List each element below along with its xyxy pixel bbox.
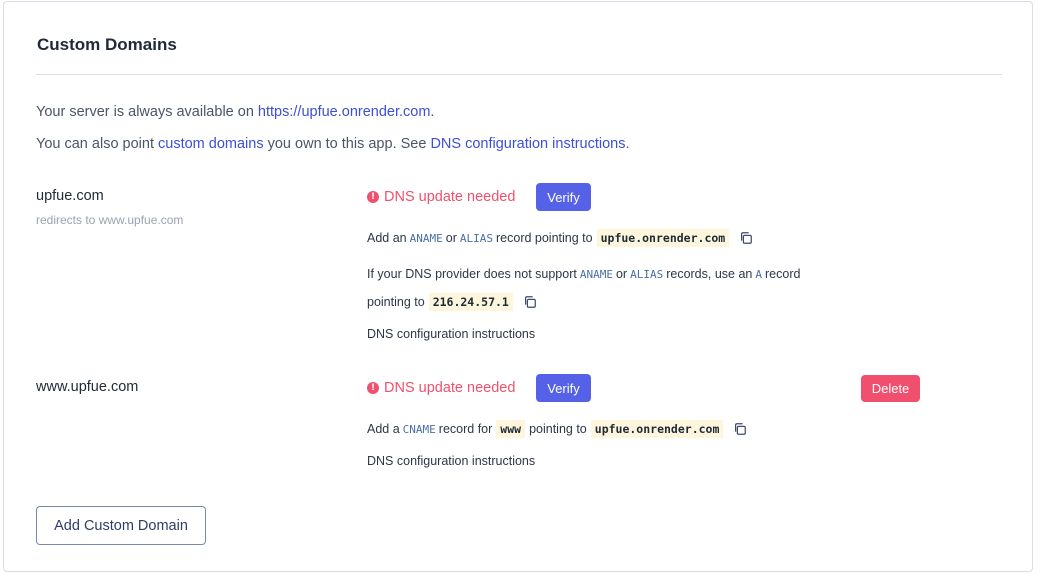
intro-line2-prefix: You can also point: [36, 136, 159, 152]
dns-record-instruction: Add an ANAME or ALIAS record pointing to…: [367, 229, 753, 247]
domain-name: upfue.com: [36, 188, 104, 204]
record-type: A: [755, 267, 762, 281]
divider: [36, 74, 1002, 75]
record-type: ALIAS: [459, 231, 493, 245]
record-type: CNAME: [402, 422, 436, 436]
dns-fallback-instruction: If your DNS provider does not support AN…: [367, 267, 800, 281]
instr-text: or: [445, 231, 457, 245]
server-availability-text: Your server is always available on https…: [36, 104, 434, 120]
redirect-note: redirects to www.upfue.com: [36, 213, 184, 227]
intro-line1-suffix: .: [430, 104, 435, 120]
instr-text: record: [765, 267, 801, 281]
intro-line2-middle: you own to this app. See: [263, 136, 431, 152]
server-url-link[interactable]: https://upfue.onrender.com: [258, 104, 431, 120]
warning-icon: !: [367, 191, 379, 203]
custom-domain-info-text: You can also point custom domains you ow…: [36, 136, 630, 152]
record-type: ANAME: [579, 267, 613, 281]
add-custom-domain-button[interactable]: Add Custom Domain: [36, 506, 206, 545]
copy-icon[interactable]: [733, 422, 747, 436]
instr-text: records, use an: [666, 267, 753, 281]
custom-domains-link[interactable]: custom domains: [158, 136, 264, 152]
target-host-code: upfue.onrender.com: [590, 420, 724, 438]
custom-domains-card: Custom Domains Your server is always ava…: [3, 1, 1033, 572]
instr-text: pointing to: [367, 295, 425, 309]
instr-text: record for: [438, 422, 493, 436]
instr-text: pointing to: [529, 422, 587, 436]
section-title: Custom Domains: [37, 35, 177, 54]
copy-icon[interactable]: [739, 231, 753, 245]
dns-status-label: DNS update needed: [384, 380, 516, 396]
host-code: www: [496, 420, 526, 438]
instr-text: record pointing to: [496, 231, 593, 245]
dns-status-label: DNS update needed: [384, 189, 516, 205]
target-host-code: upfue.onrender.com: [596, 229, 730, 247]
record-type: ALIAS: [630, 267, 664, 281]
intro-line1-prefix: Your server is always available on: [36, 104, 258, 120]
dns-status: ! DNS update needed: [367, 189, 515, 205]
dns-record-instruction: Add a CNAME record for www pointing to upfu…: [367, 420, 747, 438]
domain-name: www.upfue.com: [36, 379, 139, 395]
verify-button[interactable]: Verify: [536, 183, 591, 211]
dns-ip-instruction: pointing to 216.24.57.1: [367, 293, 537, 311]
instr-text: Add a: [367, 422, 400, 436]
dns-status: ! DNS update needed: [367, 380, 515, 396]
verify-button[interactable]: Verify: [536, 374, 591, 402]
dns-configuration-link[interactable]: DNS configuration instructions: [367, 327, 535, 341]
instr-text: If your DNS provider does not support: [367, 267, 577, 281]
intro-line2-suffix: .: [625, 136, 630, 152]
dns-configuration-link[interactable]: DNS configuration instructions: [367, 454, 535, 468]
warning-icon: !: [367, 382, 379, 394]
instr-text: Add an: [367, 231, 407, 245]
copy-icon[interactable]: [523, 295, 537, 309]
ip-address-code: 216.24.57.1: [428, 293, 513, 311]
record-type: ANAME: [409, 231, 443, 245]
instr-text: or: [615, 267, 628, 281]
dns-instructions-link[interactable]: DNS configuration instructions: [430, 136, 625, 152]
delete-button[interactable]: Delete: [861, 375, 920, 402]
